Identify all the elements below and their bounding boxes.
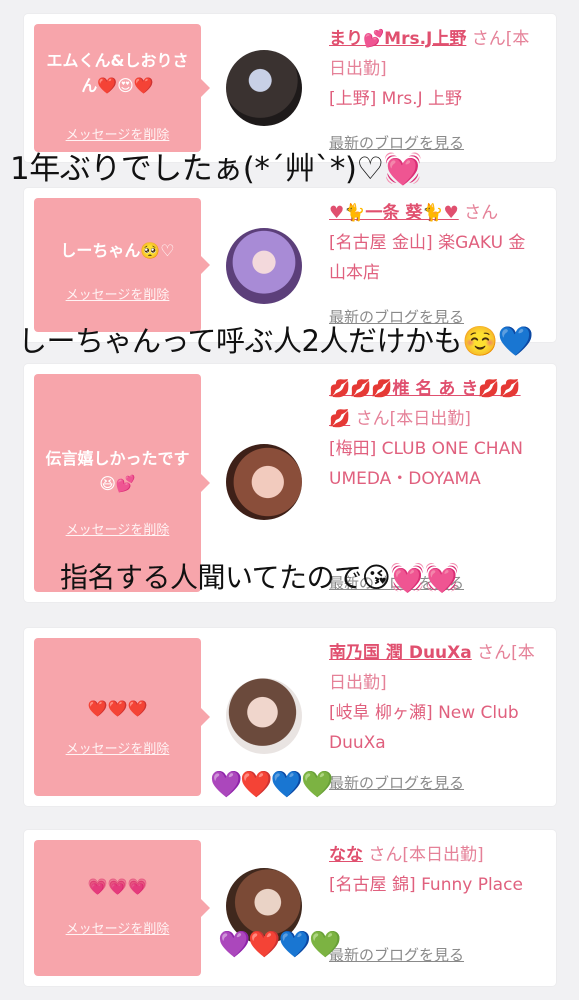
- avatar[interactable]: [226, 228, 302, 304]
- delete-message-link[interactable]: メッセージを削除: [34, 124, 201, 143]
- shop-name: [岐阜 柳ヶ瀬] New Club DuuXa: [329, 703, 519, 753]
- cast-info: 南乃国 潤 DuuXa さん[本日出勤] [岐阜 柳ヶ瀬] New Club D…: [329, 638, 541, 758]
- message-bubble: しーちゃん🥺♡ メッセージを削除: [34, 198, 210, 332]
- shop-name: [名古屋 錦] Funny Place: [329, 875, 523, 895]
- message-bubble: エムくん&しおりさん❤️😍❤️ メッセージを削除: [34, 24, 210, 152]
- shop-name: [名古屋 金山] 楽GAKU 金山本店: [329, 233, 526, 283]
- blog-link[interactable]: 最新のブログを見る: [329, 944, 464, 965]
- cast-name-link[interactable]: なな: [329, 845, 363, 865]
- cast-name-link[interactable]: 南乃国 潤 DuuXa: [329, 643, 472, 663]
- hearts-sticker: 💜❤️💙💚: [210, 770, 333, 800]
- caption-overlay: 1年ぶりでしたぁ(*´艸`*)♡💓: [10, 151, 422, 187]
- cast-status: さん[本日出勤]: [355, 409, 471, 429]
- cast-status: さん: [464, 203, 499, 223]
- shop-name: [梅田] CLUB ONE CHAN UMEDA・DOYAMA: [329, 439, 523, 489]
- caption-overlay: しーちゃんって呼ぶ人2人だけかも☺️💙: [18, 324, 534, 358]
- delete-message-link[interactable]: メッセージを削除: [34, 918, 201, 937]
- hearts-sticker: 💜❤️💙💚: [218, 930, 341, 960]
- message-text: 伝言嬉しかったです😆💕: [45, 449, 190, 493]
- message-bubble: 💗💗💗 メッセージを削除: [34, 840, 210, 976]
- avatar[interactable]: [226, 444, 302, 520]
- delete-message-link[interactable]: メッセージを削除: [34, 738, 201, 757]
- delete-message-link[interactable]: メッセージを削除: [34, 519, 201, 538]
- avatar[interactable]: [226, 50, 302, 126]
- cast-info: ♥🐈一条 葵🐈♥ さん [名古屋 金山] 楽GAKU 金山本店: [329, 198, 541, 288]
- cast-info: なな さん[本日出勤] [名古屋 錦] Funny Place: [329, 840, 541, 900]
- cast-info: まり💕Mrs.J上野 さん[本日出勤] [上野] Mrs.J 上野: [329, 24, 541, 114]
- message-text: しーちゃん🥺♡: [60, 241, 175, 260]
- message-bubble: ❤️❤️❤️ メッセージを削除: [34, 638, 210, 796]
- cast-name-link[interactable]: ♥🐈一条 葵🐈♥: [329, 203, 459, 223]
- message-text: エムくん&しおりさん❤️😍❤️: [46, 51, 189, 95]
- avatar[interactable]: [226, 678, 302, 754]
- blog-link[interactable]: 最新のブログを見る: [329, 772, 464, 793]
- message-card: 💗💗💗 メッセージを削除 なな さん[本日出勤] [名古屋 錦] Funny P…: [24, 830, 556, 986]
- caption-overlay: 指名する人聞いてたので😘💓💓: [60, 561, 460, 594]
- message-text: 💗💗💗: [87, 877, 148, 896]
- shop-name: [上野] Mrs.J 上野: [329, 89, 463, 109]
- cast-name-link[interactable]: まり💕Mrs.J上野: [329, 29, 466, 49]
- cast-status: さん[本日出勤]: [368, 845, 484, 865]
- message-text: ❤️❤️❤️: [87, 699, 148, 718]
- cast-info: 💋💋💋椎 名 あ き💋💋💋 さん[本日出勤] [梅田] CLUB ONE CHA…: [329, 374, 541, 494]
- message-card: エムくん&しおりさん❤️😍❤️ メッセージを削除 まり💕Mrs.J上野 さん[本…: [24, 14, 556, 162]
- delete-message-link[interactable]: メッセージを削除: [34, 284, 201, 303]
